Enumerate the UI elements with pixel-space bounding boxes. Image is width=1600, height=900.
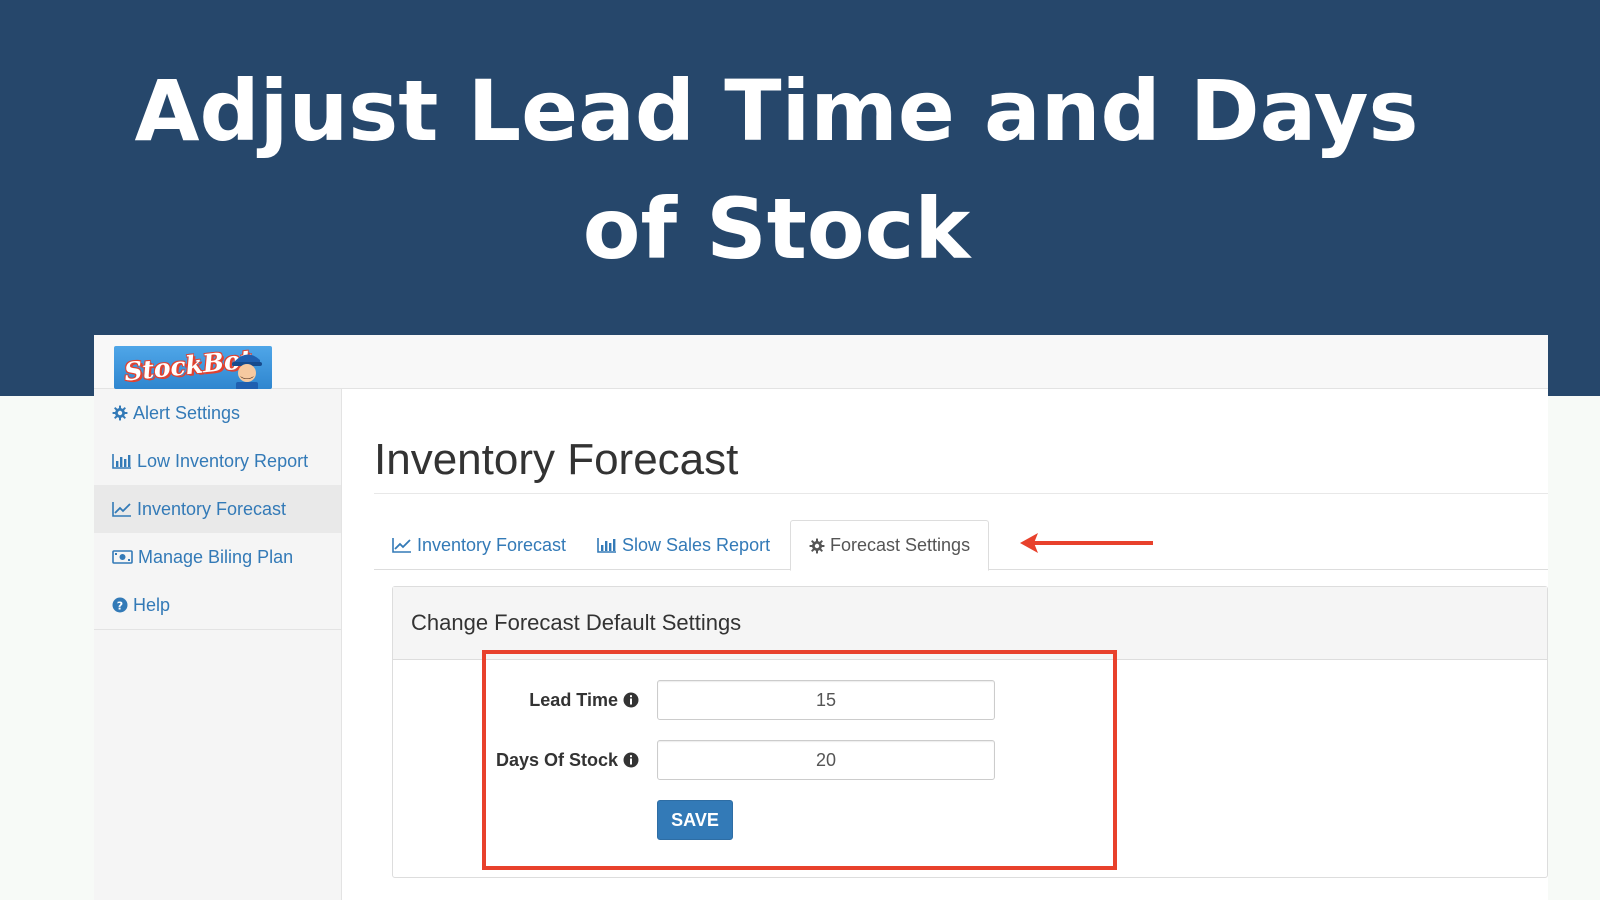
days-of-stock-input[interactable] [657,740,995,780]
tab-forecast-settings[interactable]: Forecast Settings [790,520,990,571]
sidebar-nav: Alert Settings Low Inventory Report Inve… [94,389,341,630]
lead-time-label: Lead Time [529,689,618,710]
headline: Adjust Lead Time and Days of Stock [0,52,1553,288]
tab-label: Inventory Forecast [417,534,567,555]
sidebar-item-label: Manage Biling Plan [138,546,294,567]
tab-label: Slow Sales Report [622,534,771,555]
app-window: StockBot Alert Settings Low Inventory Re… [94,335,1548,900]
tab-bar: Inventory Forecast Slow Sales Report For… [374,520,1548,571]
page-title: Inventory Forecast [374,435,739,484]
days-of-stock-label-group: Days Of Stock [496,750,639,771]
top-navbar: StockBot [94,335,1548,389]
sidebar-item-alert-settings[interactable]: Alert Settings [94,389,341,437]
tab-inventory-forecast[interactable]: Inventory Forecast [374,520,584,570]
main-content: Inventory Forecast Inventory Forecast Sl… [342,389,1548,900]
sidebar-item-label: Help [133,594,171,615]
question-circle-icon: ? [112,597,128,613]
days-of-stock-row: Days Of Stock [393,739,639,781]
sidebar-item-help[interactable]: ? Help [94,581,341,629]
annotation-arrow [1020,533,1153,553]
tab-slow-sales-report[interactable]: Slow Sales Report [579,520,788,570]
bar-chart-icon [112,454,131,469]
bar-chart-icon [597,538,616,553]
headline-line-1: Adjust Lead Time and Days [134,62,1419,160]
money-icon [112,550,133,564]
lead-time-input[interactable] [657,680,995,720]
sidebar-item-low-inventory-report[interactable]: Low Inventory Report [94,437,341,485]
sidebar-item-label: Inventory Forecast [137,498,287,519]
lead-time-label-group: Lead Time [529,690,639,711]
headline-line-2: of Stock [582,180,971,278]
svg-text:?: ? [117,599,123,612]
title-divider [374,493,1548,494]
gear-icon [112,405,128,421]
sidebar-item-label: Alert Settings [133,402,241,423]
line-chart-icon [392,538,411,553]
settings-panel: Change Forecast Default Settings Lead Ti… [392,586,1548,878]
panel-heading: Change Forecast Default Settings [393,587,1547,660]
tab-label: Forecast Settings [830,535,971,555]
mascot-icon [232,354,262,389]
lead-time-row: Lead Time [393,679,639,721]
save-button[interactable]: SAVE [657,800,733,840]
sidebar-item-manage-billing-plan[interactable]: Manage Biling Plan [94,533,341,581]
info-circle-icon[interactable] [623,692,639,708]
gear-icon [809,538,825,553]
sidebar: Alert Settings Low Inventory Report Inve… [94,389,342,900]
sidebar-item-label: Low Inventory Report [137,450,309,471]
days-of-stock-label: Days Of Stock [495,749,618,770]
sidebar-item-inventory-forecast[interactable]: Inventory Forecast [94,485,341,533]
stockbot-logo[interactable]: StockBot [114,346,272,389]
line-chart-icon [112,502,131,517]
info-circle-icon[interactable] [623,752,639,768]
